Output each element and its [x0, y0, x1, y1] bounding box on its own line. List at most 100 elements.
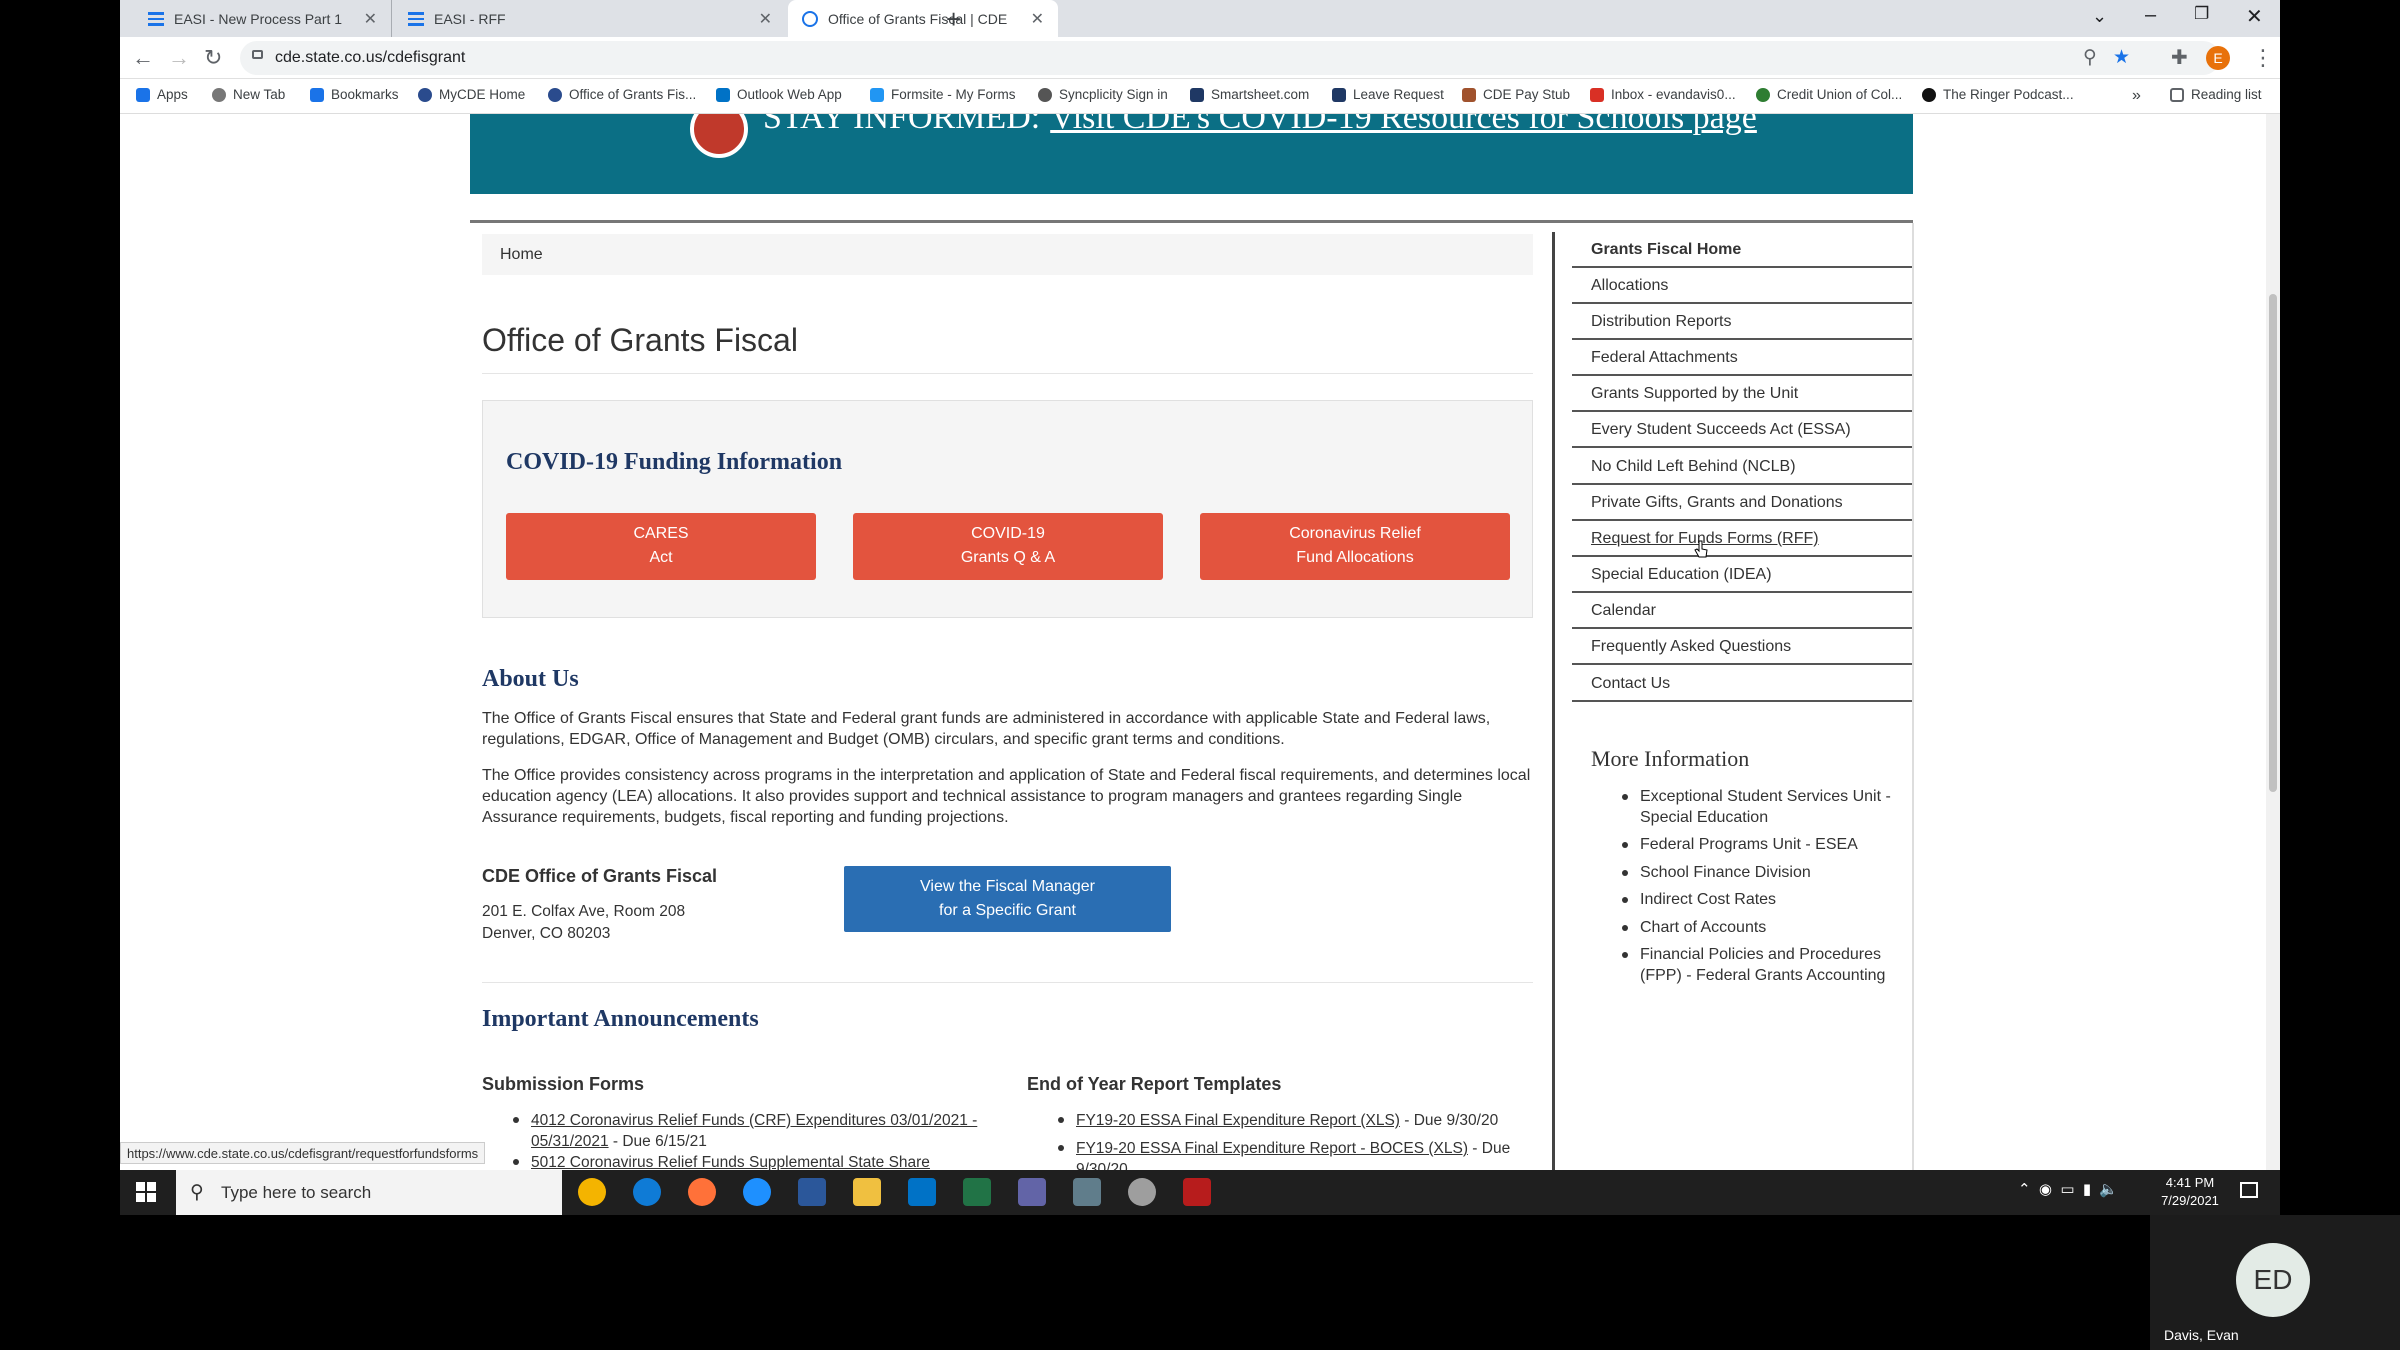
- office-address-line2: Denver, CO 80203: [482, 925, 611, 942]
- bookmark-office-grants[interactable]: Office of Grants Fis...: [548, 87, 696, 102]
- form-icon: [870, 87, 884, 102]
- bookmark-inbox[interactable]: Inbox - evandavis0...: [1590, 87, 1736, 102]
- calculator-icon[interactable]: [1073, 1178, 1101, 1206]
- scrollbar-thumb[interactable]: [2269, 294, 2277, 792]
- globe-icon: [418, 87, 432, 102]
- bookmark-mycde[interactable]: MyCDE Home: [418, 87, 525, 102]
- submission-link[interactable]: 4012 Coronavirus Relief Funds (CRF) Expe…: [531, 1112, 977, 1150]
- banner-link[interactable]: Visit CDE's COVID-19 Resources for Schoo…: [1050, 114, 1757, 136]
- reload-icon[interactable]: ↻: [204, 45, 222, 71]
- close-icon[interactable]: ✕: [364, 9, 377, 29]
- tab-easi-new-process[interactable]: EASI - New Process Part 1 ✕: [134, 0, 392, 37]
- new-tab-button[interactable]: +: [946, 4, 961, 35]
- submission-link[interactable]: 5012 Coronavirus Relief Funds Supplement…: [531, 1154, 930, 1170]
- bookmark-outlook[interactable]: Outlook Web App: [716, 87, 842, 102]
- about-paragraph-2: The Office provides consistency across p…: [482, 767, 1531, 826]
- breadcrumb-home[interactable]: Home: [500, 246, 543, 263]
- edge-icon[interactable]: [633, 1178, 661, 1206]
- more-info-link[interactable]: Indirect Cost Rates: [1622, 889, 1900, 910]
- forward-icon[interactable]: →: [168, 45, 190, 71]
- minimize-icon[interactable]: –: [2145, 4, 2156, 27]
- menu-icon[interactable]: ⋮: [2252, 45, 2274, 71]
- nav-private-gifts[interactable]: Private Gifts, Grants and Donations: [1572, 486, 1912, 521]
- list-item: FY19-20 ESSA Final Expenditure Report - …: [1058, 1138, 1536, 1170]
- bookmark-cde-pay-stub[interactable]: CDE Pay Stub: [1462, 87, 1570, 102]
- bookmark-leave-request[interactable]: Leave Request: [1332, 87, 1444, 102]
- fiscal-manager-button[interactable]: View the Fiscal Manager for a Specific Gr…: [844, 866, 1171, 932]
- column-border: [1912, 223, 1914, 1170]
- internet-explorer-icon[interactable]: [743, 1178, 771, 1206]
- nav-grants-supported[interactable]: Grants Supported by the Unit: [1572, 377, 1912, 412]
- more-info-link[interactable]: Chart of Accounts: [1622, 917, 1900, 938]
- nav-federal-attachments[interactable]: Federal Attachments: [1572, 341, 1912, 376]
- bookmark-apps[interactable]: Apps: [136, 87, 188, 102]
- teams-icon[interactable]: [1018, 1178, 1046, 1206]
- zoom-icon[interactable]: ⚲: [2083, 46, 2097, 69]
- bookmark-star-icon[interactable]: ★: [2113, 46, 2130, 69]
- nav-contact-us[interactable]: Contact Us: [1572, 667, 1912, 702]
- excel-icon[interactable]: [963, 1178, 991, 1206]
- file-explorer-icon[interactable]: [853, 1178, 881, 1206]
- firefox-icon[interactable]: [688, 1178, 716, 1206]
- nav-calendar[interactable]: Calendar: [1572, 594, 1912, 629]
- taskbar-search[interactable]: ⚲ Type here to search: [176, 1170, 562, 1215]
- bookmark-new-tab[interactable]: New Tab: [212, 87, 285, 102]
- nav-request-for-funds[interactable]: Request for Funds Forms (RFF): [1572, 522, 1912, 557]
- more-info-link[interactable]: Exceptional Student Services Unit - Spec…: [1622, 786, 1900, 828]
- lock-icon: [252, 50, 263, 59]
- document-icon: [148, 11, 164, 26]
- tab-search-icon[interactable]: ⌄: [2092, 6, 2107, 27]
- office-heading: CDE Office of Grants Fiscal: [482, 866, 718, 886]
- close-icon[interactable]: ✕: [1031, 9, 1044, 29]
- more-info-link[interactable]: Financial Policies and Procedures (FPP) …: [1622, 944, 1900, 986]
- snipping-tool-icon[interactable]: [1128, 1178, 1156, 1206]
- more-info-heading: More Information: [1591, 746, 1750, 771]
- ringer-icon: [1922, 87, 1936, 102]
- coronavirus-relief-button[interactable]: Coronavirus Relief Fund Allocations: [1200, 513, 1510, 580]
- nav-special-education[interactable]: Special Education (IDEA): [1572, 558, 1912, 593]
- participant-name: Davis, Evan: [2164, 1327, 2239, 1343]
- profile-avatar[interactable]: E: [2206, 46, 2230, 70]
- nav-grants-fiscal-home[interactable]: Grants Fiscal Home: [1572, 233, 1912, 268]
- restore-icon[interactable]: ❐: [2194, 4, 2209, 24]
- more-info-link[interactable]: Federal Programs Unit - ESEA: [1622, 834, 1900, 855]
- bookmark-bookmarks[interactable]: Bookmarks: [310, 87, 399, 102]
- tab-title: EASI - RFF: [434, 10, 506, 27]
- bookmarks-overflow[interactable]: »: [2132, 87, 2141, 105]
- chrome-icon[interactable]: [578, 1178, 606, 1206]
- tab-office-of-grants[interactable]: Office of Grants Fiscal | CDE ✕: [788, 0, 1058, 37]
- tab-easi-rff[interactable]: EASI - RFF ✕: [394, 0, 786, 37]
- bookmark-smartsheet[interactable]: Smartsheet.com: [1190, 87, 1309, 102]
- nav-faq[interactable]: Frequently Asked Questions: [1572, 630, 1912, 665]
- more-info-link[interactable]: School Finance Division: [1622, 862, 1900, 883]
- outlook-icon[interactable]: [908, 1178, 936, 1206]
- template-link[interactable]: FY19-20 ESSA Final Expenditure Report (X…: [1076, 1112, 1400, 1129]
- windows-start-icon[interactable]: [136, 1182, 156, 1202]
- word-icon[interactable]: [798, 1178, 826, 1206]
- document-icon: [408, 11, 424, 26]
- nav-allocations[interactable]: Allocations: [1572, 269, 1912, 304]
- back-icon[interactable]: ←: [132, 45, 154, 71]
- system-tray[interactable]: ⌃ ◉ ▭ ▮ 🔈: [2018, 1180, 2118, 1198]
- extensions-icon[interactable]: ✚: [2171, 45, 2188, 70]
- address-bar[interactable]: cde.state.co.us/cdefisgrant ⚲ ★: [240, 41, 2220, 75]
- acrobat-icon[interactable]: [1183, 1178, 1211, 1206]
- clock[interactable]: 4:41 PM 7/29/2021: [2150, 1174, 2230, 1210]
- notification-icon[interactable]: [2240, 1182, 2258, 1198]
- bookmark-ringer[interactable]: The Ringer Podcast...: [1922, 87, 2074, 102]
- list-item: 4012 Coronavirus Relief Funds (CRF) Expe…: [513, 1110, 991, 1152]
- credit-union-icon: [1756, 87, 1770, 102]
- url-text: cde.state.co.us/cdefisgrant: [275, 49, 466, 66]
- cares-act-button[interactable]: CARES Act: [506, 513, 816, 580]
- close-icon[interactable]: ✕: [759, 9, 772, 29]
- nav-essa[interactable]: Every Student Succeeds Act (ESSA): [1572, 413, 1912, 448]
- reading-list[interactable]: Reading list: [2170, 87, 2262, 102]
- template-link[interactable]: FY19-20 ESSA Final Expenditure Report - …: [1076, 1140, 1468, 1157]
- bookmark-credit-union[interactable]: Credit Union of Col...: [1756, 87, 1902, 102]
- covid-grants-qa-button[interactable]: COVID-19 Grants Q & A: [853, 513, 1163, 580]
- nav-nclb[interactable]: No Child Left Behind (NCLB): [1572, 450, 1912, 485]
- bookmark-formsite[interactable]: Formsite - My Forms: [870, 87, 1016, 102]
- bookmark-syncplicity[interactable]: Syncplicity Sign in: [1038, 87, 1168, 102]
- nav-distribution-reports[interactable]: Distribution Reports: [1572, 305, 1912, 340]
- window-close-icon[interactable]: ✕: [2246, 4, 2263, 29]
